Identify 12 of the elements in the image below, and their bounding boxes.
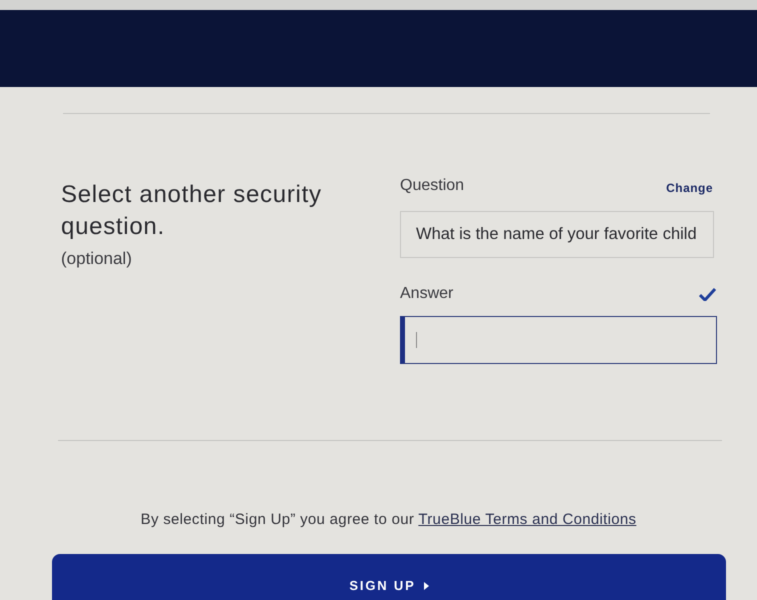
terms-link[interactable]: TrueBlue Terms and Conditions [418, 511, 636, 528]
section-heading: Select another security question. [61, 180, 323, 242]
question-label: Question [400, 176, 464, 196]
terms-notice: By selecting “Sign Up” you agree to our TrueBlue Terms and Conditions [140, 510, 638, 530]
text-cursor-icon [416, 332, 417, 348]
sign-up-button[interactable]: SIGN UP [52, 554, 726, 600]
optional-note: (optional) [61, 248, 133, 270]
caret-icon [424, 582, 429, 590]
change-link[interactable]: Change [666, 179, 713, 197]
question-field[interactable]: What is the name of your favorite child [400, 211, 714, 258]
answer-label: Answer [400, 284, 454, 304]
answer-field[interactable] [400, 316, 717, 364]
